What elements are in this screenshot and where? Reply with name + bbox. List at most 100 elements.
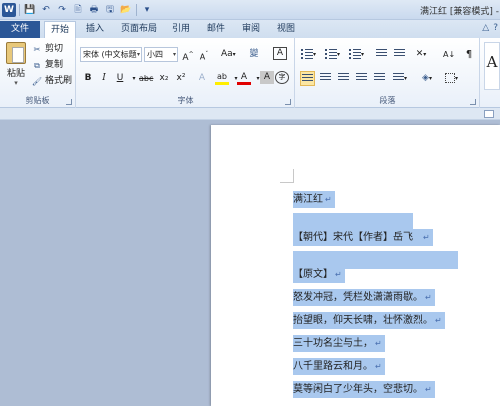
tab-file[interactable]: 文件 [0,21,40,38]
cut-button[interactable]: ✂ 剪切 [32,43,63,56]
text-effects-button[interactable]: A [195,71,209,86]
align-right-button[interactable] [336,71,350,86]
doc-line-title[interactable]: 满江红 ↵ [293,191,335,208]
minimize-ribbon-icon[interactable]: △ [482,23,489,33]
align-left-button[interactable] [300,71,315,86]
tab-insert[interactable]: 插入 [80,21,110,38]
print-preview-icon[interactable]: 🖹 [71,3,85,17]
numbering-button[interactable]: ▾ [324,47,341,62]
doc-line-verse-4[interactable]: 八千里路云和月。 ↵ [293,358,385,375]
character-border-button[interactable]: A [273,47,287,60]
distributed-icon [373,73,385,82]
undo-icon[interactable]: ↶ [39,3,53,17]
doc-line-heading[interactable]: 【原文】 ↵ [293,266,345,283]
multilevel-list-button[interactable]: ▾ [348,47,365,62]
justify-button[interactable] [354,71,368,86]
underline-button[interactable]: U [113,71,127,86]
doc-line-verse-5[interactable]: 莫等闲白了少年头，空悲切。 ↵ [293,381,435,398]
numbering-icon [325,48,337,59]
font-name-value: 宋体 (中文标题 [83,50,137,59]
selected-text: 莫等闲白了少年头，空悲切。 ↵ [293,381,435,398]
ruler-toggle-icon[interactable] [484,110,494,118]
selected-text: 【朝代】宋代【作者】岳飞 ↵ [293,229,433,246]
tab-view[interactable]: 视图 [271,21,301,38]
clipboard-group: 粘贴 ▾ ✂ 剪切 ⧉ 复制 🖌 格式刷 剪贴板 [0,38,76,108]
help-icon[interactable]: ? [493,23,498,33]
dialog-launcher-icon[interactable] [285,99,291,105]
selected-text: 八千里路云和月。 ↵ [293,358,385,375]
word-app-icon[interactable]: W [2,3,16,17]
bold-button[interactable]: B [81,71,95,86]
paragraph-mark: ↵ [423,233,430,242]
font-size-value: 小四 [147,50,163,59]
borders-button[interactable]: ▾ [444,71,459,86]
shading-button[interactable]: ◈▾ [420,71,434,86]
font-color-label: A [240,72,248,82]
align-right-icon [337,73,349,82]
paragraph-mark: ↵ [375,362,382,371]
copy-button[interactable]: ⧉ 复制 [32,59,63,72]
paragraph-group: ▾ ▾ ▾ ✕▾ A↓ ¶ ▾ ◈▾ ▾ 段落 [296,38,480,108]
change-case-button[interactable]: Aa▾ [220,47,237,62]
sort-button[interactable]: A↓ [442,47,456,62]
show-marks-button[interactable]: ¶ [462,47,476,62]
window-title: 满江红 [兼容模式] - M [420,7,500,17]
tab-review[interactable]: 审阅 [236,21,266,38]
doc-line-verse-2[interactable]: 抬望眼，仰天长啸，壮怀激烈。 ↵ [293,312,445,329]
distributed-button[interactable] [372,71,386,86]
align-center-icon [319,73,331,82]
subscript-button[interactable]: x₂ [157,71,171,86]
dialog-launcher-icon[interactable] [470,99,476,105]
doc-line-verse-1[interactable]: 怒发冲冠，凭栏处潇潇雨歇。 ↵ [293,289,435,306]
paste-label: 粘贴 [6,69,25,79]
format-painter-button[interactable]: 🖌 格式刷 [32,75,72,88]
tab-home[interactable]: 开始 [44,21,77,38]
font-size-combo[interactable]: 小四 ▾ [144,47,178,62]
line-spacing-button[interactable]: ▾ [392,71,408,86]
line-text: 怒发冲冠，凭栏处潇潇雨歇。 [293,292,423,303]
highlight-color-button[interactable]: ab [215,71,229,85]
style-sample: A [486,53,498,71]
grow-font-button[interactable]: A^ [181,47,195,63]
document-page[interactable]: 满江红 ↵ 【朝代】宋代【作者】岳飞 ↵ 【原文】 ↵ 怒发冲冠，凭栏处潇潇雨歇。 ↵ … [211,125,500,406]
save-as-icon[interactable]: 🖫 [103,3,117,17]
doc-line-verse-3[interactable]: 三十功名尘与土， ↵ [293,335,385,352]
strikethrough-button[interactable]: abc [138,71,154,86]
font-name-combo[interactable]: 宋体 (中文标题 ▾ [80,47,142,62]
paragraph-group-label: 段落 [379,96,396,105]
copy-icon: ⧉ [34,61,40,70]
customize-qat-icon[interactable]: ▾ [140,3,154,17]
chinese-layout-button[interactable]: ✕▾ [414,47,428,62]
paragraph-mark: ↵ [435,316,442,325]
paste-button[interactable]: 粘贴 ▾ [4,42,28,90]
shrink-font-button[interactable]: Aˇ [197,47,211,62]
ruler-bar [0,108,500,120]
enclose-characters-button[interactable]: 字 [275,71,289,84]
tab-references[interactable]: 引用 [166,21,196,38]
character-shading-button[interactable]: A [260,71,274,84]
tab-mailings[interactable]: 邮件 [201,21,231,38]
font-color-button[interactable]: A [237,71,251,85]
align-center-button[interactable] [318,71,332,86]
dialog-launcher-icon[interactable] [66,99,72,105]
multilevel-list-icon [349,48,361,59]
document-workspace: 满江红 ↵ 【朝代】宋代【作者】岳飞 ↵ 【原文】 ↵ 怒发冲冠，凭栏处潇潇雨歇。 ↵ … [0,120,500,406]
redo-icon[interactable]: ↷ [55,3,69,17]
phonetic-guide-button[interactable]: 變 [247,47,261,62]
scissors-icon: ✂ [33,45,41,54]
increase-indent-button[interactable] [392,47,406,62]
open-folder-icon[interactable]: 📂 [119,3,133,17]
decrease-indent-button[interactable] [374,47,388,62]
line-text: 三十功名尘与土， [293,338,373,349]
tab-page-layout[interactable]: 页面布局 [115,21,163,38]
styles-gallery[interactable]: A [484,42,500,90]
clipboard-icon [6,42,26,64]
italic-button[interactable]: I [97,71,111,86]
bullets-button[interactable]: ▾ [300,47,317,62]
doc-line-author[interactable]: 【朝代】宋代【作者】岳飞 ↵ [293,229,433,246]
save-icon[interactable]: 💾 [23,3,37,17]
paragraph-mark: ↵ [425,293,432,302]
superscript-button[interactable]: x² [174,71,188,86]
copy-label: 复制 [45,60,64,70]
print-icon[interactable]: 🖶 [87,3,101,17]
